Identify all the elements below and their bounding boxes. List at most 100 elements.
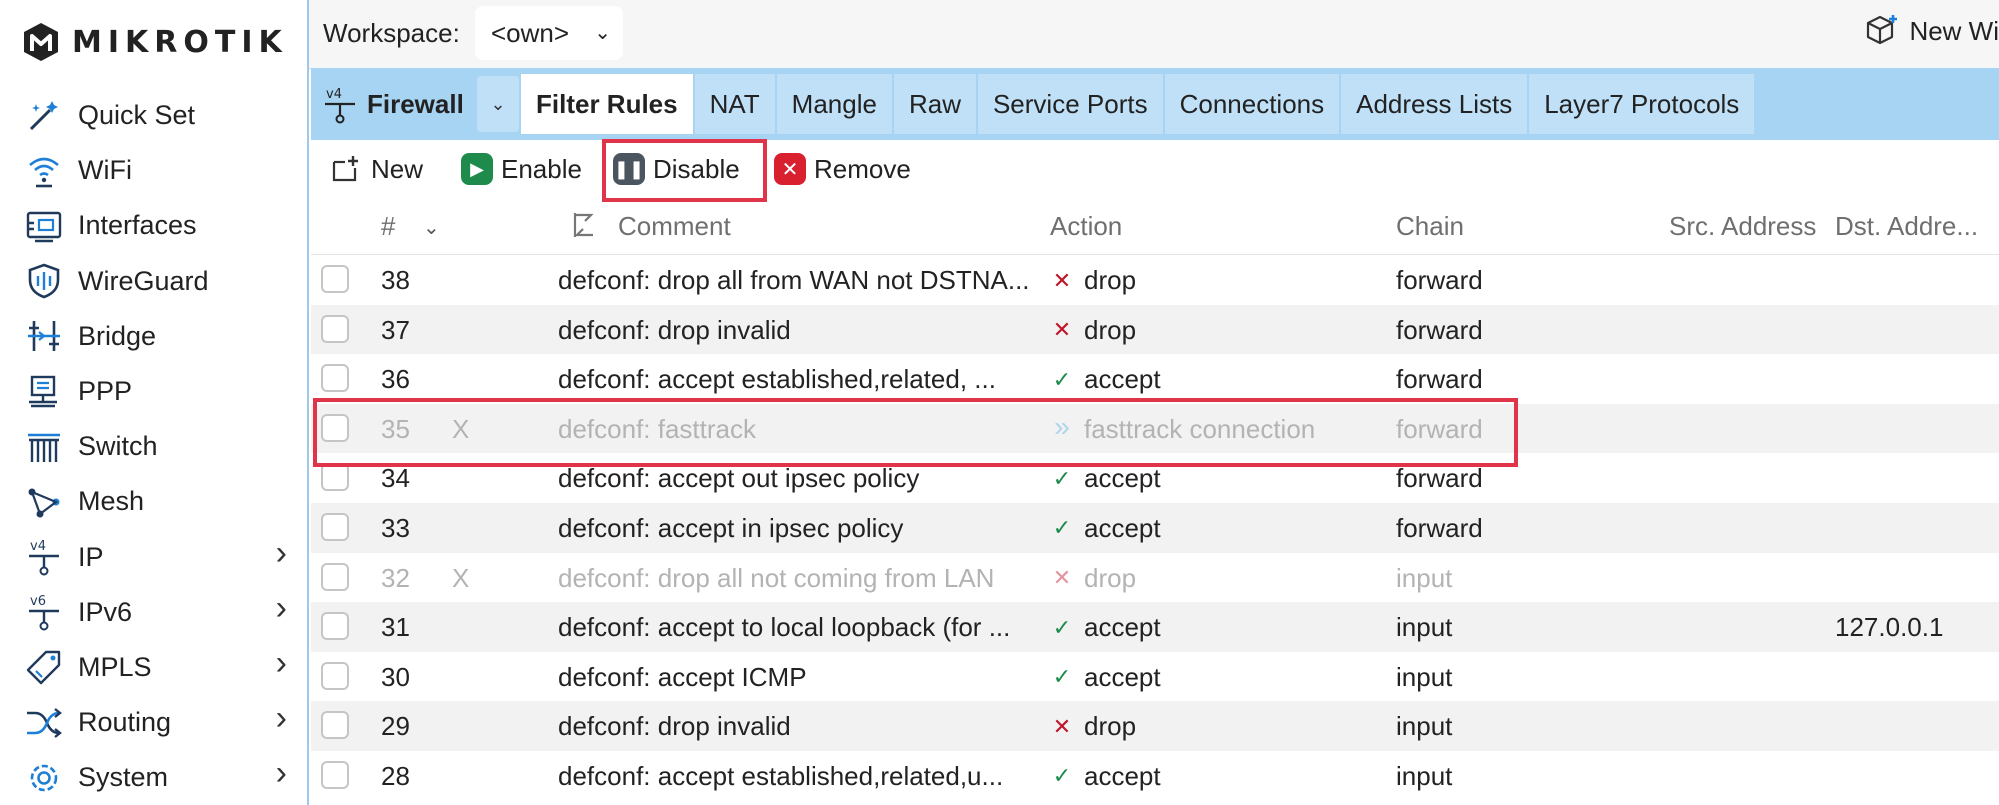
enable-button[interactable]: ▶ Enable [461,148,582,190]
sidebar-item-quick-set[interactable]: Quick Set [0,88,307,143]
sidebar-item-mesh[interactable]: Mesh [0,474,307,529]
tab-layer7-protocols[interactable]: Layer7 Protocols [1529,74,1755,134]
new-label: New [371,153,424,184]
sidebar-item-label: IP [78,541,104,572]
table-row[interactable]: 38 defconf: drop all from WAN not DSTNA..… [311,255,1999,305]
rule-action-label: accept [1084,512,1161,543]
tab-connections[interactable]: Connections [1164,74,1340,134]
toolbar: New ▶ Enable ❚❚ Disable ✕ Remove [311,140,1999,199]
rule-chain: forward [1396,512,1483,543]
sidebar-item-wifi[interactable]: WiFi [0,143,307,198]
sidebar-item-ipv6[interactable]: v6 IPv6 › [0,585,307,640]
sidebar-item-ppp[interactable]: PPP [0,364,307,419]
row-checkbox[interactable] [321,364,349,393]
interfaces-icon [24,206,64,246]
row-checkbox[interactable] [321,562,349,591]
rule-number: 37 [381,314,410,345]
rule-comment: defconf: drop all from WAN not DSTNA... [558,265,1030,295]
rule-number: 34 [381,463,410,494]
rule-comment: defconf: accept established,related, ... [558,364,996,395]
row-checkbox[interactable] [321,314,349,343]
sidebar-item-interfaces[interactable]: Interfaces [0,198,307,253]
rule-action-label: drop [1084,314,1137,345]
tab-nat[interactable]: NAT [694,74,775,134]
remove-label: Remove [814,153,911,184]
table-row[interactable]: 31 defconf: accept to local loopback (for… [311,602,1999,652]
rule-action-label: drop [1084,711,1137,742]
firewall-menu-dropdown[interactable]: ⌄ [477,76,519,132]
svg-text:v4: v4 [30,539,46,554]
check-icon: ✓ [1052,515,1072,541]
rule-action-label: accept [1084,760,1161,791]
row-checkbox[interactable] [321,265,349,293]
row-checkbox[interactable] [321,760,349,789]
table-header: # ⌄ Comment Action Chain Src. Address Ds… [311,198,1999,255]
mikrotik-logo[interactable]: MIKROTIK [22,20,288,64]
new-button[interactable]: New [331,148,423,190]
column-header-comment[interactable]: Comment [618,211,731,242]
column-header-action[interactable]: Action [1050,211,1122,242]
tab-address-lists[interactable]: Address Lists [1341,74,1528,134]
rule-action: ✓ accept [1052,463,1161,494]
table-row[interactable]: 37 defconf: drop invalid ✕ drop forward [311,304,1999,355]
sidebar-item-switch[interactable]: Switch [0,419,307,474]
check-icon: ✓ [1052,465,1072,491]
rule-action: ✕ drop [1052,315,1136,346]
row-checkbox[interactable] [321,661,349,690]
row-checkbox[interactable] [321,612,349,641]
table-row[interactable]: 29 defconf: drop invalid ✕ drop input [311,701,1999,751]
tab-mangle[interactable]: Mangle [776,74,892,134]
sidebar-item-routing[interactable]: Routing › [0,695,307,750]
table-row[interactable]: 32 Xdefconf: drop all not coming from LAN… [311,553,1999,603]
rule-action-label: accept [1084,612,1161,643]
rule-action: ✕ drop [1052,563,1136,594]
ipv4-icon: v4 [325,87,355,124]
check-icon: ✓ [1052,614,1072,640]
column-header-chain[interactable]: Chain [1396,211,1464,242]
wifi-icon [24,151,64,191]
rule-chain: forward [1396,463,1483,494]
rule-comment: defconf: accept out ipsec policy [558,463,920,494]
tab-service-ports[interactable]: Service Ports [977,74,1163,134]
rule-action-label: accept [1084,364,1161,395]
ipv4-icon: v4 [24,537,64,577]
tab-filter-rules[interactable]: Filter Rules [521,74,693,134]
rule-comment: defconf: accept ICMP [558,661,807,692]
workspace-label: Workspace: [323,18,460,48]
sidebar-item-ip[interactable]: v4 IP › [0,530,307,585]
chevron-right-icon: › [275,754,287,793]
table-row[interactable]: 30 defconf: accept ICMP ✓ accept input [311,652,1999,702]
ppp-icon [24,372,64,412]
sidebar-item-label: Switch [78,431,158,462]
rule-action-label: drop [1084,562,1137,593]
rule-number: 36 [381,364,410,395]
chevron-down-icon: ⌄ [490,93,506,114]
column-header-dst-address[interactable]: Dst. Addre... [1835,211,1978,242]
sidebar-item-wireguard[interactable]: WireGuard [0,254,307,309]
sidebar: MIKROTIK Quick Set WiFi Interfaces WireGuar… [0,0,309,805]
table-row[interactable]: 36 defconf: accept established,related, .… [311,354,1999,404]
row-checkbox[interactable] [321,512,349,541]
rule-action: ✓ accept [1052,662,1161,693]
firewall-section: v4 Firewall [323,78,464,130]
routing-icon [24,703,64,743]
column-header-src-address[interactable]: Src. Address [1669,211,1816,242]
row-checkbox[interactable] [321,711,349,740]
table-row[interactable]: 33 defconf: accept in ipsec policy ✓ accept… [311,502,1999,553]
workspace-select[interactable]: <own> ⌄ [475,6,623,60]
rule-number: 32 [381,562,410,593]
column-header-number[interactable]: # [381,211,395,242]
sidebar-item-system[interactable]: System › [0,750,307,805]
sidebar-item-label: IPv6 [78,596,133,627]
workspace-value: <own> [491,17,570,48]
rule-number: 28 [381,760,410,791]
row-checkbox[interactable] [321,463,349,492]
remove-button[interactable]: ✕ Remove [774,148,911,190]
sidebar-item-bridge[interactable]: Bridge [0,309,307,364]
tab-raw[interactable]: Raw [893,74,976,134]
rule-action-label: accept [1084,661,1161,692]
table-row[interactable]: 28 defconf: accept established,related,u.… [311,751,1999,801]
sidebar-item-mpls[interactable]: MPLS › [0,640,307,695]
new-window-button[interactable]: New Wi [1865,14,1999,48]
sort-chevron-icon[interactable]: ⌄ [423,215,440,240]
